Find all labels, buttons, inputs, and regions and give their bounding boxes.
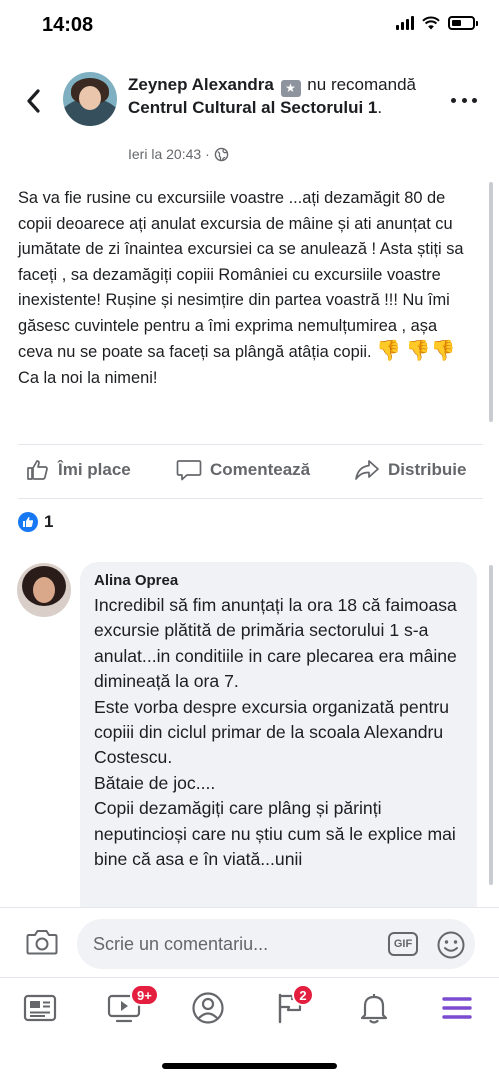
status-icons: [396, 16, 478, 30]
share-button[interactable]: Distribuie: [354, 458, 466, 482]
author-avatar[interactable]: [63, 72, 117, 126]
verb: recomandă: [330, 75, 416, 94]
profile-icon: [192, 992, 224, 1024]
gif-button[interactable]: GIF: [388, 932, 418, 956]
video-badge: 9+: [130, 984, 159, 1006]
battery-icon: [448, 16, 478, 30]
star-icon: ★: [280, 80, 301, 97]
pages-badge: 2: [292, 984, 314, 1006]
share-label: Distribuie: [388, 460, 467, 479]
post-header: Zeynep Alexandra ★ nu recomandă Centrul …: [128, 74, 428, 119]
camera-button[interactable]: [26, 928, 58, 961]
page-suffix: .: [377, 98, 383, 117]
tab-notifications[interactable]: [354, 990, 394, 1026]
thumbs-up-icon: [27, 460, 48, 480]
status-bar: 14:08: [0, 0, 499, 52]
like-label: Îmi place: [58, 460, 131, 479]
divider: [18, 498, 483, 499]
reactions-summary[interactable]: 1: [18, 512, 53, 532]
smiley-icon: [437, 931, 465, 959]
tab-menu[interactable]: [437, 990, 477, 1026]
reactions-count: 1: [44, 512, 54, 531]
comment-button[interactable]: Comentează: [176, 458, 310, 482]
post-meta: Ieri la 20:43 ·: [128, 146, 229, 162]
comment-author[interactable]: Alina Oprea: [94, 572, 463, 589]
comment-composer: GIF: [0, 907, 499, 977]
home-indicator: [162, 1063, 337, 1069]
like-button[interactable]: Îmi place: [26, 458, 131, 482]
hamburger-menu-icon: [442, 997, 472, 1019]
comment-text: Incredibil să fim anunțați la ora 18 că …: [94, 595, 457, 870]
tab-news-feed[interactable]: [20, 990, 60, 1026]
wifi-icon: [422, 16, 440, 30]
thumbs-down-emoji-pair: 👎👎: [405, 340, 456, 362]
tab-pages[interactable]: 2: [270, 984, 314, 1026]
chevron-left-icon: [27, 89, 40, 113]
more-options-button[interactable]: [451, 90, 477, 110]
thumbs-down-emoji: 👎: [376, 340, 402, 362]
tab-profile[interactable]: [188, 990, 228, 1026]
comment-icon: [176, 460, 202, 481]
news-feed-icon: [23, 994, 57, 1022]
comment-label: Comentează: [210, 460, 311, 479]
scrollbar[interactable]: [489, 565, 493, 885]
page-name[interactable]: Centrul Cultural al Sectorului 1: [128, 98, 377, 117]
comment-bubble: Alina Oprea Incredibil să fim anunțați l…: [80, 562, 477, 922]
verb-before: nu: [307, 75, 327, 94]
post-text-main: Sa va fie rusine cu excursiile voastre .…: [18, 189, 464, 361]
post-text: Sa va fie rusine cu excursiile voastre .…: [18, 186, 466, 391]
post-actions: Îmi place Comentează Distribuie: [0, 450, 499, 494]
post-timestamp[interactable]: Ieri la 20:43: [128, 146, 201, 162]
timestamp-separator: ·: [205, 146, 210, 162]
tab-bar: 9+ 2: [0, 977, 499, 1037]
tab-watch[interactable]: 9+: [104, 984, 159, 1026]
status-time: 14:08: [42, 14, 94, 36]
globe-icon: [214, 147, 229, 161]
camera-icon: [26, 930, 58, 955]
commenter-avatar[interactable]: [17, 563, 71, 617]
signal-icon: [396, 16, 414, 30]
share-icon: [355, 460, 379, 480]
bell-icon: [360, 994, 388, 1024]
emoji-button[interactable]: [436, 930, 466, 965]
scrollbar[interactable]: [489, 182, 493, 422]
divider: [18, 444, 483, 445]
like-reaction-icon: [18, 512, 38, 532]
back-button[interactable]: [18, 86, 48, 116]
post-text-end: Ca la noi la nimeni!: [18, 368, 158, 387]
author-name[interactable]: Zeynep Alexandra: [128, 75, 274, 94]
